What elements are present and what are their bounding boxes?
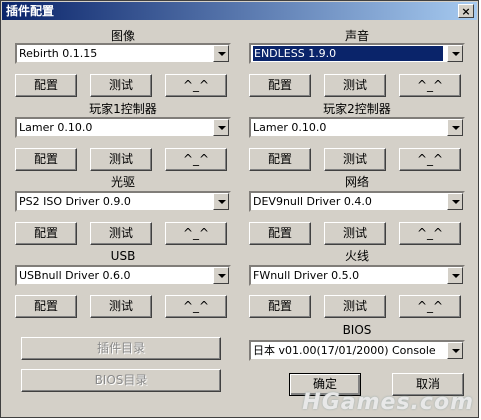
dev9-about-button[interactable]: ^_^ [399, 222, 461, 245]
sound-test-button[interactable]: 测试 [324, 74, 386, 97]
cdvd-configure-button[interactable]: 配置 [15, 222, 77, 245]
chevron-down-icon[interactable] [213, 119, 229, 136]
sound-about-button[interactable]: ^_^ [399, 74, 461, 97]
bios-directory-button[interactable]: BIOS目录 [21, 369, 221, 392]
cdvd-about-button[interactable]: ^_^ [165, 222, 227, 245]
title-bar: 插件配置 × [2, 2, 477, 20]
bios-select[interactable]: 日本 v01.00(17/01/2000) Console [249, 340, 465, 361]
cdvd-label: 光驱 [110, 175, 135, 189]
dev9-select-value: DEV9null Driver 0.4.0 [253, 195, 372, 208]
cdvd-select-value: PS2 ISO Driver 0.9.0 [19, 195, 131, 208]
sound-select[interactable]: ENDLESS 1.9.0 [249, 43, 465, 64]
pad2-select[interactable]: Lamer 0.10.0 [249, 117, 465, 138]
firewire-label: 火线 [344, 249, 369, 263]
firewire-about-button[interactable]: ^_^ [399, 295, 461, 318]
cdvd-test-button[interactable]: 测试 [90, 222, 152, 245]
usb-test-button[interactable]: 测试 [90, 295, 152, 318]
sound-label: 声音 [344, 29, 369, 43]
usb-label: USB [110, 249, 136, 263]
firewire-test-button[interactable]: 测试 [324, 295, 386, 318]
pad1-select[interactable]: Lamer 0.10.0 [15, 117, 231, 138]
chevron-down-icon[interactable] [447, 267, 463, 284]
chevron-down-icon[interactable] [447, 119, 463, 136]
chevron-down-icon[interactable] [213, 193, 229, 210]
usb-select-value: USBnull Driver 0.6.0 [19, 269, 131, 282]
chevron-down-icon[interactable] [447, 193, 463, 210]
sound-select-value: ENDLESS 1.9.0 [253, 46, 443, 61]
graphics-about-button[interactable]: ^_^ [165, 74, 227, 97]
graphics-test-button[interactable]: 测试 [90, 74, 152, 97]
pad1-select-value: Lamer 0.10.0 [19, 121, 93, 134]
pad1-label: 玩家1控制器 [89, 102, 157, 116]
usb-about-button[interactable]: ^_^ [165, 295, 227, 318]
close-button[interactable]: × [458, 4, 474, 18]
plugin-directory-button[interactable]: 插件目录 [21, 337, 221, 360]
pad2-configure-button[interactable]: 配置 [249, 148, 311, 171]
window-title: 插件配置 [6, 4, 55, 18]
cdvd-select[interactable]: PS2 ISO Driver 0.9.0 [15, 191, 231, 212]
bios-label: BIOS [342, 323, 372, 337]
dev9-configure-button[interactable]: 配置 [249, 222, 311, 245]
pad2-label: 玩家2控制器 [323, 102, 391, 116]
graphics-select-value: Rebirth 0.1.15 [19, 47, 98, 60]
site-watermark: HGames.com [302, 390, 474, 415]
usb-select[interactable]: USBnull Driver 0.6.0 [15, 265, 231, 286]
sound-configure-button[interactable]: 配置 [249, 74, 311, 97]
firewire-select[interactable]: FWnull Driver 0.5.0 [249, 265, 465, 286]
bios-select-value: 日本 v01.00(17/01/2000) Console [253, 344, 436, 357]
chevron-down-icon[interactable] [213, 267, 229, 284]
graphics-configure-button[interactable]: 配置 [15, 74, 77, 97]
dev9-label: 网络 [344, 175, 369, 189]
plugin-config-window: 插件配置 × 图像 Rebirth 0.1.15 声音 ENDLESS 1.9.… [0, 0, 479, 418]
dev9-test-button[interactable]: 测试 [324, 222, 386, 245]
chevron-down-icon[interactable] [213, 45, 229, 62]
chevron-down-icon[interactable] [447, 342, 463, 359]
firewire-configure-button[interactable]: 配置 [249, 295, 311, 318]
pad1-test-button[interactable]: 测试 [90, 148, 152, 171]
usb-configure-button[interactable]: 配置 [15, 295, 77, 318]
chevron-down-icon[interactable] [447, 45, 463, 62]
pad2-about-button[interactable]: ^_^ [399, 148, 461, 171]
graphics-label: 图像 [110, 29, 135, 43]
pad1-about-button[interactable]: ^_^ [165, 148, 227, 171]
firewire-select-value: FWnull Driver 0.5.0 [253, 269, 360, 282]
pad2-test-button[interactable]: 测试 [324, 148, 386, 171]
dev9-select[interactable]: DEV9null Driver 0.4.0 [249, 191, 465, 212]
graphics-select[interactable]: Rebirth 0.1.15 [15, 43, 231, 64]
pad1-configure-button[interactable]: 配置 [15, 148, 77, 171]
pad2-select-value: Lamer 0.10.0 [253, 121, 327, 134]
